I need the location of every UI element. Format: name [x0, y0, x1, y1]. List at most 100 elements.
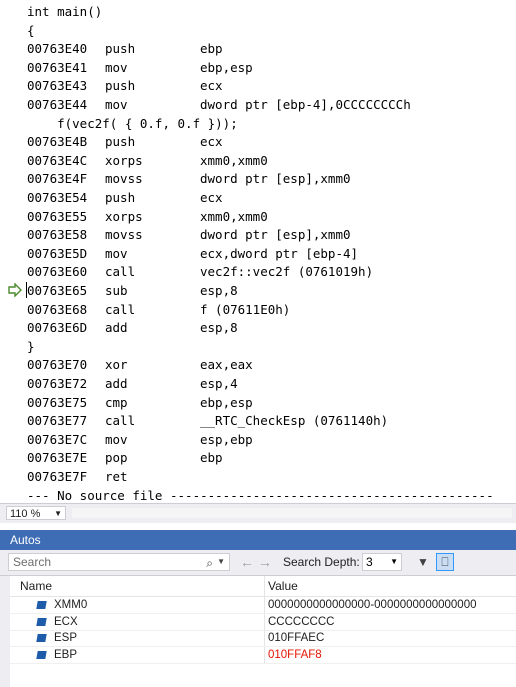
autos-row[interactable]: XMM0 0000000000000000-0000000000000000	[10, 597, 516, 614]
search-placeholder: Search	[13, 555, 52, 569]
asm-operands: vec2f::vec2f (0761019h)	[200, 264, 374, 280]
breakpoint-gutter[interactable]	[0, 0, 24, 502]
autos-window-title: Autos	[0, 530, 516, 550]
variable-value[interactable]: 010FFAEC	[268, 630, 324, 646]
source-line[interactable]: f(vec2f( { 0.f, 0.f }));	[27, 114, 238, 133]
asm-mnemonic: add	[105, 320, 128, 336]
asm-line[interactable]: 00763E44 mov dword ptr [ebp-4],0CCCCCCCCh	[27, 95, 411, 114]
asm-address: 00763E40	[27, 41, 88, 57]
asm-address: 00763E4B	[27, 134, 88, 150]
autos-row[interactable]: ESP 010FFAEC	[10, 630, 516, 647]
zoom-value: 110 %	[10, 508, 41, 520]
chevron-down-icon[interactable]: ▼	[217, 554, 225, 570]
asm-line[interactable]: 00763E72 add esp,4	[27, 374, 238, 393]
asm-address: 00763E5D	[27, 245, 88, 261]
asm-operands: ebp	[200, 450, 223, 466]
variable-icon	[36, 601, 47, 609]
filter-icon[interactable]: ▼︎	[414, 553, 432, 571]
asm-mnemonic: movss	[105, 171, 143, 187]
asm-mnemonic: mov	[105, 59, 128, 75]
variable-value[interactable]: 010FFAF8	[268, 647, 322, 663]
asm-line[interactable]: 00763E68 call f (07611E0h)	[27, 300, 290, 319]
asm-operands: esp,4	[200, 376, 238, 391]
current-instruction-arrow-icon[interactable]	[8, 283, 22, 297]
asm-line[interactable]: 00763E65 sub esp,8	[27, 281, 238, 300]
variable-name: XMM0	[54, 599, 88, 611]
chevron-down-icon: ▼	[390, 557, 398, 566]
asm-line[interactable]: 00763E4F movss dword ptr [esp],xmm0	[27, 169, 351, 188]
variable-name: EBP	[54, 648, 78, 661]
search-icon[interactable]: ⌕	[206, 555, 213, 571]
column-name[interactable]: Name	[20, 576, 52, 596]
asm-mnemonic: push	[105, 41, 136, 57]
asm-mnemonic: sub	[105, 283, 128, 298]
asm-operands: ebp,esp	[200, 59, 253, 75]
no-source-separator[interactable]: --- No source file ---------------------…	[27, 486, 494, 502]
asm-address: 00763E6D	[27, 320, 88, 336]
variable-value[interactable]: CCCCCCCC	[268, 614, 334, 630]
autos-row[interactable]: ECX CCCCCCCC	[10, 613, 516, 631]
asm-line[interactable]: 00763E41 mov ebp,esp	[27, 58, 253, 77]
asm-address: 00763E41	[27, 59, 88, 75]
asm-line[interactable]: 00763E54 push ecx	[27, 188, 223, 207]
asm-line[interactable]: 00763E75 cmp ebp,esp	[27, 393, 253, 412]
asm-line[interactable]: 00763E7E pop ebp	[27, 448, 223, 467]
asm-line[interactable]: 00763E55 xorps xmm0,xmm0	[27, 207, 268, 226]
asm-mnemonic: push	[105, 134, 136, 150]
asm-mnemonic: xorps	[105, 152, 143, 168]
forward-arrow-icon[interactable]: →	[258, 554, 272, 570]
search-navigation: ← →	[240, 553, 272, 571]
zoom-dropdown[interactable]: 110 % ▼	[6, 506, 66, 520]
hex-display-icon[interactable]: ⎕	[436, 553, 454, 571]
asm-line[interactable]: 00763E5D mov ecx,dword ptr [ebp-4]	[27, 244, 358, 263]
asm-address: 00763E7F	[27, 469, 88, 484]
autos-row[interactable]: EBP 010FFAF8	[10, 646, 516, 664]
asm-line[interactable]: 00763E4C xorps xmm0,xmm0	[27, 151, 268, 170]
asm-line[interactable]: 00763E58 movss dword ptr [esp],xmm0	[27, 225, 351, 244]
source-line[interactable]: {	[27, 21, 35, 40]
asm-operands: ebp	[200, 41, 223, 57]
search-input[interactable]: Search ⌕ ▼	[8, 553, 230, 571]
back-arrow-icon[interactable]: ←	[240, 554, 254, 570]
variable-name: ESP	[54, 632, 78, 644]
asm-line[interactable]: 00763E43 push ecx	[27, 76, 223, 95]
column-value[interactable]: Value	[268, 576, 298, 596]
disassembly-view[interactable]: int main(){00763E40 push ebp 00763E41 mov ebp…	[0, 0, 516, 502]
asm-address: 00763E65	[27, 283, 88, 298]
asm-operands: xmm0,xmm0	[200, 208, 268, 224]
variable-icon	[36, 650, 47, 659]
search-depth-value: 3	[366, 555, 373, 569]
asm-mnemonic: mov	[105, 245, 128, 261]
asm-operands: esp,8	[200, 283, 238, 298]
horizontal-scrollbar[interactable]	[72, 508, 512, 518]
asm-line[interactable]: 00763E7F ret	[27, 467, 200, 486]
asm-address: 00763E7C	[27, 431, 88, 447]
asm-mnemonic: xorps	[105, 208, 143, 224]
asm-line[interactable]: 00763E7C mov esp,ebp	[27, 430, 253, 449]
asm-address: 00763E7E	[27, 450, 88, 466]
asm-address: 00763E54	[27, 190, 88, 205]
zoom-bar: 110 % ▼	[0, 503, 516, 523]
asm-operands: ecx,dword ptr [ebp-4]	[200, 245, 359, 261]
asm-mnemonic: add	[105, 376, 128, 391]
asm-line[interactable]: 00763E40 push ebp	[27, 39, 223, 58]
source-line[interactable]: }	[27, 337, 35, 356]
asm-line[interactable]: 00763E6D add esp,8	[27, 318, 238, 337]
asm-operands: __RTC_CheckEsp (0761140h)	[200, 413, 389, 429]
asm-line[interactable]: 00763E60 call vec2f::vec2f (0761019h)	[27, 262, 373, 281]
asm-line[interactable]: 00763E77 call __RTC_CheckEsp (0761140h)	[27, 411, 388, 430]
asm-line[interactable]: 00763E70 xor eax,eax	[27, 355, 253, 374]
asm-mnemonic: call	[105, 413, 136, 429]
asm-address: 00763E43	[27, 78, 88, 94]
search-depth-select[interactable]: 3 ▼	[362, 553, 402, 571]
source-line[interactable]: int main()	[27, 2, 102, 21]
variable-value[interactable]: 0000000000000000-0000000000000000	[268, 597, 477, 613]
asm-address: 00763E58	[27, 227, 88, 243]
asm-address: 00763E75	[27, 394, 88, 410]
asm-line[interactable]: 00763E4B push ecx	[27, 132, 223, 151]
variable-name: ECX	[54, 615, 78, 628]
asm-operands: esp,8	[200, 320, 238, 336]
asm-address: 00763E55	[27, 208, 88, 224]
column-divider[interactable]	[264, 576, 265, 596]
asm-address: 00763E4C	[27, 152, 88, 168]
